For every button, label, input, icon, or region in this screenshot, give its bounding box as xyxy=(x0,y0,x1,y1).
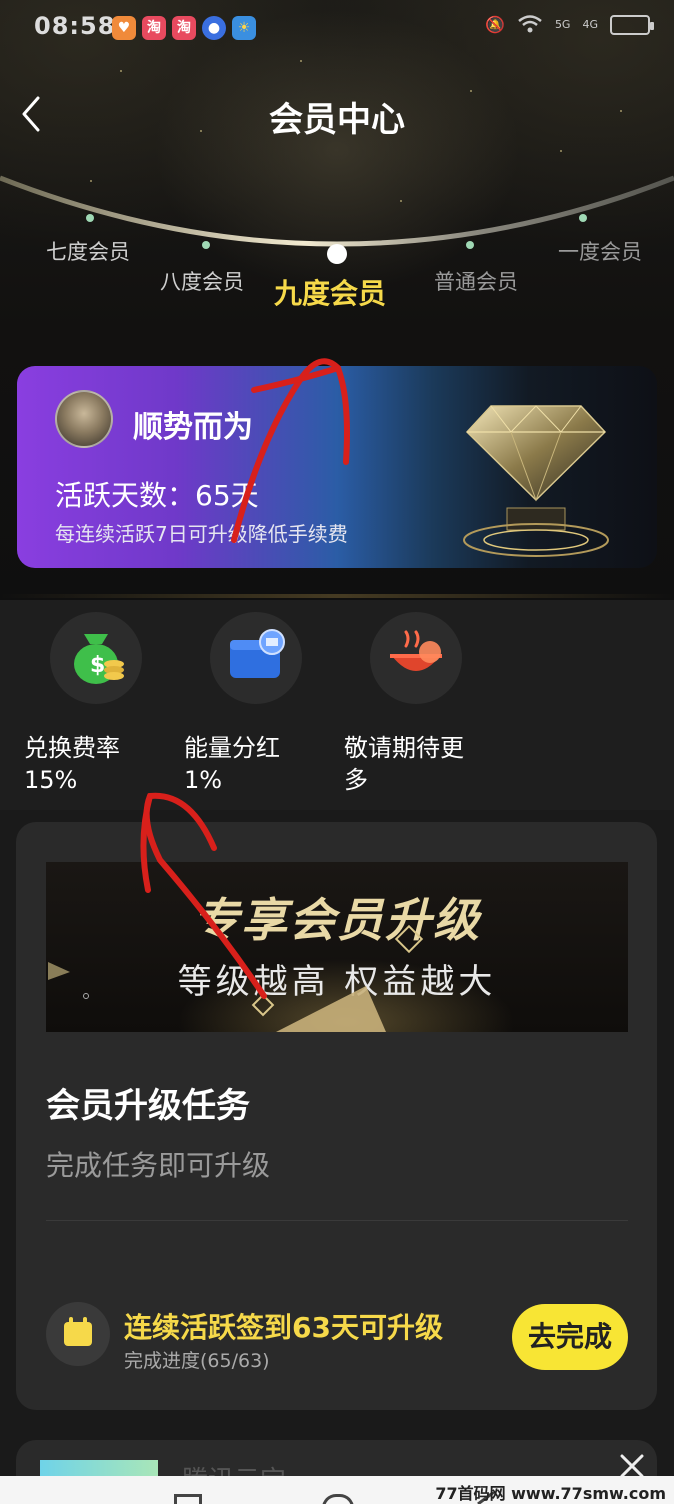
active-days: 活跃天数：65天 xyxy=(55,479,259,512)
perk-label: 能量分红 xyxy=(184,734,280,762)
watermark: 77首码网 www.77smw.com xyxy=(435,1484,666,1503)
more-bowl-icon xyxy=(370,612,462,704)
member-card: 顺势而为 活跃天数：65天 每连续活跃7日可升级降低手续费 xyxy=(17,366,657,568)
level-dot xyxy=(202,241,210,249)
perk-energy-dividend[interactable]: 能量分红 1% xyxy=(184,612,344,796)
battery-icon xyxy=(610,15,654,35)
taobao-icon: 淘 xyxy=(172,16,196,40)
perk-exchange-rate[interactable]: $ 兑换费率 15% xyxy=(24,612,184,796)
perks-section: $ 兑换费率 15% 能量分红 1% 敬请期待更多 xyxy=(0,600,674,810)
upgrade-banner[interactable]: 专享会员升级 等级越高 权益越大 xyxy=(46,862,628,1032)
perk-value: 1% xyxy=(184,766,223,794)
heart-app-icon: ♥ xyxy=(112,16,136,40)
level-normal[interactable]: 普通会员 xyxy=(434,266,518,296)
task-section-title: 会员升级任务 xyxy=(46,1086,250,1126)
task-progress: 完成进度(65/63) xyxy=(124,1350,270,1372)
perk-more-coming[interactable]: 敬请期待更多 xyxy=(344,612,504,796)
wifi-icon xyxy=(517,14,543,36)
status-time: 08:58 xyxy=(34,12,116,40)
weather-icon: ☀ xyxy=(232,16,256,40)
level-dot xyxy=(86,214,94,222)
upgrade-hint: 每连续活跃7日可升级降低手续费 xyxy=(55,522,348,546)
wallet-icon xyxy=(210,612,302,704)
perk-label: 兑换费率 xyxy=(24,734,120,762)
diamond-icon xyxy=(451,380,621,560)
username: 顺势而为 xyxy=(133,410,253,445)
level-dot xyxy=(579,214,587,222)
money-bag-icon: $ xyxy=(50,612,142,704)
level-one[interactable]: 一度会员 xyxy=(558,236,642,266)
svg-text:$: $ xyxy=(90,653,105,678)
recent-apps-icon[interactable] xyxy=(174,1494,202,1504)
calendar-icon xyxy=(46,1302,110,1366)
mute-icon: 🔕 xyxy=(485,15,505,34)
avatar[interactable] xyxy=(55,390,113,448)
level-dot xyxy=(466,241,474,249)
member-center-page: 08:58 ♥ 淘 淘 ● ☀ 🔕 5G 4G 会员中心 七度会员 八度会员 九… xyxy=(0,0,674,1504)
task-section-subtitle: 完成任务即可升级 xyxy=(46,1149,271,1182)
divider xyxy=(46,1220,628,1221)
status-right: 🔕 5G 4G xyxy=(485,14,654,36)
section-divider xyxy=(0,594,674,598)
signal-4g-icon: 4G xyxy=(582,18,598,31)
banner-decoration-icon xyxy=(48,924,424,1032)
level-seven[interactable]: 七度会员 xyxy=(46,236,130,266)
task-panel: 专享会员升级 等级越高 权益越大 会员升级任务 完成任务即可升级 连续活跃签到6… xyxy=(16,822,657,1410)
level-dot-active xyxy=(327,244,347,264)
page-title: 会员中心 xyxy=(269,100,405,140)
perk-value: 15% xyxy=(24,766,78,794)
status-bar: 08:58 ♥ 淘 淘 ● ☀ 🔕 5G 4G xyxy=(0,0,674,56)
perk-label: 敬请期待更多 xyxy=(344,734,464,794)
level-nine-active[interactable]: 九度会员 xyxy=(274,272,386,312)
task-name: 连续活跃签到63天可升级 xyxy=(124,1311,443,1344)
taobao-icon: 淘 xyxy=(142,16,166,40)
level-eight[interactable]: 八度会员 xyxy=(160,266,244,296)
complete-task-button[interactable]: 去完成 xyxy=(512,1304,628,1370)
signal-5g-icon: 5G xyxy=(554,18,571,31)
blue-app-icon: ● xyxy=(202,16,226,40)
